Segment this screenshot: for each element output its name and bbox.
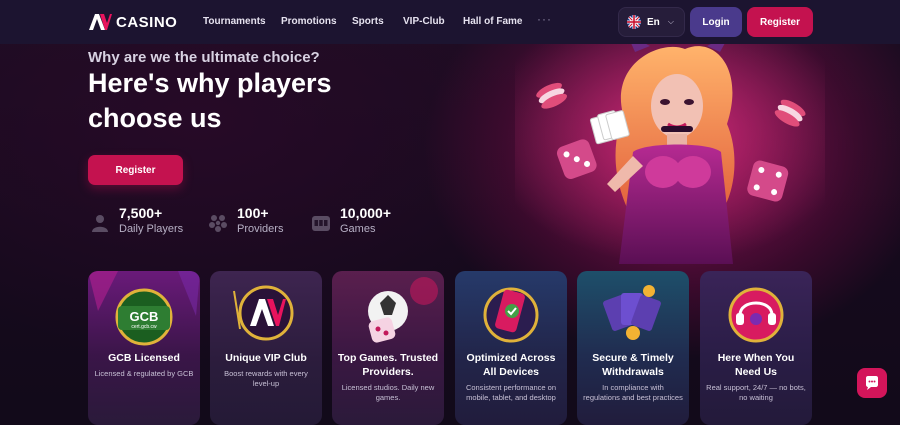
card-desc: Licensed & regulated by GCB: [94, 369, 194, 378]
card-desc: Boost rewards with every level-up: [224, 369, 308, 388]
devices-icon: [483, 287, 539, 343]
stat-value: 7,500+: [119, 205, 163, 221]
feature-card-gcb[interactable]: GCB cert.gcb.cw GCB Licensed Licensed & …: [88, 271, 200, 425]
stat-value: 10,000+: [340, 205, 391, 221]
language-selector[interactable]: En ⌵: [618, 7, 685, 37]
nav-link-hall-of-fame[interactable]: Hall of Fame: [463, 16, 522, 27]
chevron-down-icon: ⌵: [667, 17, 674, 26]
hero-headline: Here's why players choose us: [88, 68, 332, 133]
card-desc: In compliance with regulations and best …: [583, 383, 683, 402]
card-desc: Licensed studios. Daily new games.: [341, 383, 435, 402]
language-label: En: [647, 16, 660, 28]
feature-card-withdrawals[interactable]: Secure & Timely Withdrawals In complianc…: [577, 271, 689, 425]
players-icon: [92, 215, 108, 232]
card-desc: Real support, 24/7 — no bots, no waiting: [706, 383, 806, 402]
stat-label: Providers: [237, 223, 284, 235]
card-title: Secure & Timely Withdrawals: [592, 352, 674, 378]
logo-mark-icon: [89, 14, 112, 30]
feature-card-games[interactable]: Top Games. Trusted Providers. Licensed s…: [332, 271, 444, 425]
brand-name: CASINO: [116, 13, 178, 31]
games-icon: [368, 277, 438, 343]
nav-link-tournaments[interactable]: Tournaments: [203, 16, 266, 27]
brand-logo[interactable]: CASINO: [88, 13, 177, 31]
stat-games: 10,000+ Games: [311, 205, 391, 236]
card-title: GCB Licensed: [108, 352, 180, 364]
nav-link-sports[interactable]: Sports: [352, 16, 384, 27]
live-chat-button[interactable]: [857, 368, 887, 398]
top-navbar: CASINO Tournaments Promotions Sports VIP…: [0, 0, 900, 44]
card-title: Here When You Need Us: [717, 352, 795, 378]
card-title: Unique VIP Club: [225, 352, 307, 364]
more-menu-icon[interactable]: ···: [537, 12, 552, 26]
chat-bubble-icon: [866, 376, 878, 390]
gcb-badge-text: GCB: [130, 309, 159, 324]
hero-eyebrow: Why are we the ultimate choice?: [88, 49, 320, 66]
support-icon: [728, 287, 784, 343]
nav-link-promotions[interactable]: Promotions: [281, 16, 337, 27]
gcb-license-icon: GCB cert.gcb.cw: [88, 271, 200, 346]
stat-providers: 100+ Providers: [208, 205, 283, 236]
feature-card-support[interactable]: Here When You Need Us Real support, 24/7…: [700, 271, 812, 425]
slot-machine-icon: [312, 216, 330, 231]
stat-daily-players: 7,500+ Daily Players: [90, 205, 183, 236]
card-title: Optimized Across All Devices: [466, 352, 556, 378]
feature-card-vip[interactable]: Unique VIP Club Boost rewards with every…: [210, 271, 322, 425]
providers-icon: [209, 215, 227, 232]
gcb-badge-subtext: cert.gcb.cw: [131, 324, 157, 330]
stat-value: 100+: [237, 205, 269, 221]
stat-label: Games: [340, 223, 376, 235]
nav-link-vip-club[interactable]: VIP-Club: [403, 16, 445, 27]
vip-club-icon: [233, 285, 294, 341]
login-button[interactable]: Login: [690, 7, 742, 37]
withdrawals-icon: [603, 285, 661, 340]
card-title: Top Games. Trusted Providers.: [337, 352, 439, 378]
register-button-top[interactable]: Register: [747, 7, 813, 37]
register-button-hero[interactable]: Register: [88, 155, 183, 185]
stat-label: Daily Players: [119, 223, 184, 235]
feature-card-devices[interactable]: Optimized Across All Devices Consistent …: [455, 271, 567, 425]
uk-flag-icon: [627, 15, 641, 29]
hero-character-illustration: [515, 44, 825, 264]
card-desc: Consistent performance on mobile, tablet…: [465, 383, 557, 402]
